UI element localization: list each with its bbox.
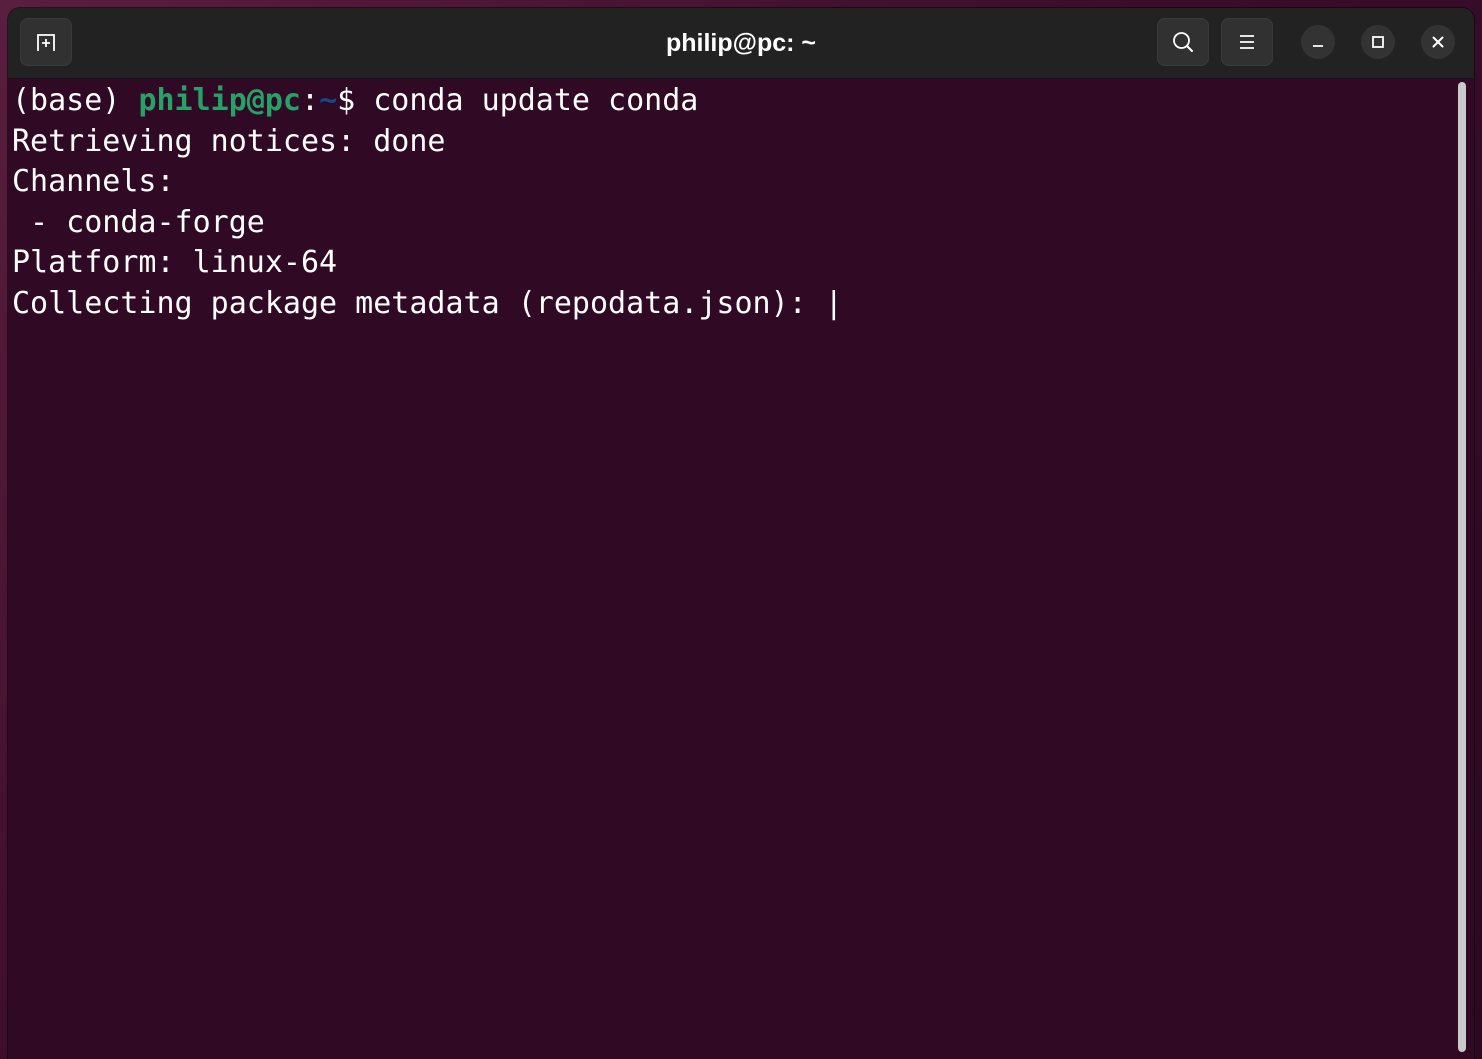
hamburger-menu-icon bbox=[1234, 29, 1260, 55]
conda-env-label: (base) bbox=[12, 83, 139, 118]
new-tab-button[interactable] bbox=[20, 18, 72, 66]
title-bar[interactable]: philip@pc: ~ bbox=[8, 8, 1474, 79]
prompt-colon: : bbox=[301, 83, 320, 118]
terminal-output-area[interactable]: (base) philip@pc:~$ conda update conda R… bbox=[8, 79, 1456, 1059]
close-button[interactable] bbox=[1421, 25, 1455, 59]
desktop-background: philip@pc: ~ (base) philip@pc:~$ conda u… bbox=[0, 0, 1482, 1059]
output-line: Channels: bbox=[12, 164, 175, 199]
search-icon bbox=[1170, 29, 1196, 55]
search-button[interactable] bbox=[1157, 18, 1209, 66]
new-tab-icon bbox=[33, 29, 59, 55]
maximize-icon bbox=[1370, 34, 1386, 50]
output-line: Platform: linux-64 bbox=[12, 245, 338, 280]
maximize-button[interactable] bbox=[1361, 25, 1395, 59]
vertical-scrollbar[interactable] bbox=[1458, 82, 1466, 1052]
output-line: Retrieving notices: done bbox=[12, 123, 446, 159]
prompt-line: (base) philip@pc:~$ conda update conda bbox=[12, 81, 1456, 122]
command-text: conda update conda bbox=[373, 83, 699, 118]
close-icon bbox=[1430, 34, 1446, 50]
menu-button[interactable] bbox=[1221, 18, 1273, 66]
prompt-user-host: philip@pc bbox=[138, 83, 301, 118]
output-line: - conda-forge bbox=[12, 204, 265, 240]
minimize-button[interactable] bbox=[1301, 25, 1335, 59]
terminal-window: philip@pc: ~ (base) philip@pc:~$ conda u… bbox=[8, 8, 1474, 1059]
prompt-symbol: $ bbox=[337, 83, 374, 118]
minimize-icon bbox=[1310, 34, 1326, 50]
prompt-path: ~ bbox=[319, 83, 338, 118]
output-line: Collecting package metadata (repodata.js… bbox=[12, 285, 843, 321]
